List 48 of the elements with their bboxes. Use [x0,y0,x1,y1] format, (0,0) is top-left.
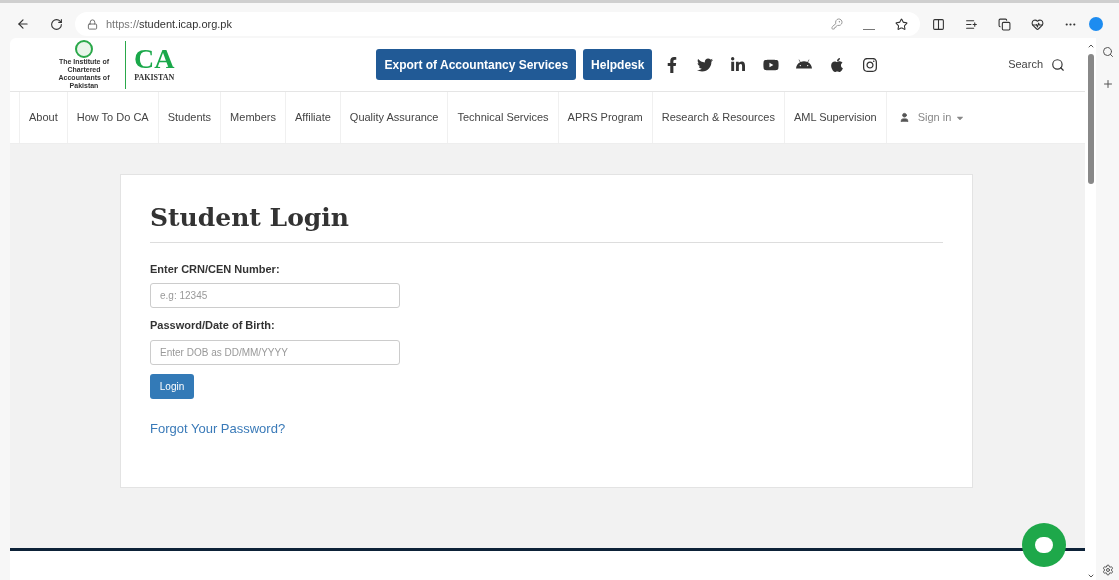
favorite-icon[interactable] [895,17,908,31]
sign-in-link[interactable]: Sign in [917,109,952,126]
instagram-icon[interactable] [862,56,879,73]
add-icon[interactable] [1101,78,1114,90]
health-icon[interactable] [1031,17,1044,31]
scroll-down-icon[interactable] [1086,572,1095,580]
header-button[interactable]: Export of Accountancy Services [376,49,577,80]
search-icon[interactable] [1051,57,1065,72]
field-label: Password/Date of Birth: [150,318,276,333]
user-icon [898,112,910,123]
scrollbar-thumb[interactable] [1087,54,1094,184]
search-label[interactable]: Search [1008,56,1043,73]
chat-bubble-icon [1035,537,1053,553]
nav-link[interactable]: About [20,92,68,143]
nav-link[interactable]: How To Do CA [67,92,159,143]
url-text: https://student.icap.org.pk [106,16,232,32]
nav-link[interactable]: Students [158,92,222,143]
linkedin-icon[interactable] [730,56,747,73]
reload-icon[interactable] [50,17,63,31]
emblem-icon [75,39,93,58]
settings-icon[interactable] [1101,564,1114,576]
ca-logo-text: CA [134,45,175,72]
address-bar[interactable]: https://student.icap.org.pk [75,12,920,36]
input-field[interactable]: Enter DOB as DD/MM/YYYY [150,339,400,365]
favorites-icon[interactable] [965,17,978,31]
nav-link[interactable]: Members [221,92,286,143]
nav-link[interactable]: Affiliate [285,92,341,143]
collections-icon[interactable] [998,17,1011,31]
field-label: Enter CRN/CEN Number: [150,261,281,277]
twitter-icon[interactable] [697,56,714,73]
apple-icon[interactable] [829,56,846,73]
split-screen-icon[interactable] [932,17,945,31]
forgot-password-link[interactable]: Forgot Your Password? [150,418,943,438]
login-title: Student Login [150,199,943,243]
nav-link[interactable]: Quality Assurance [340,92,449,143]
scroll-up-icon[interactable] [1086,42,1095,50]
nav-link[interactable]: APRS Program [558,92,653,143]
input-field[interactable]: e.g: 12345 [150,283,400,308]
nav-link[interactable]: Technical Services [448,92,559,143]
back-icon[interactable] [16,17,30,31]
nav-link[interactable]: AML Supervision [784,92,887,143]
lock-icon [87,18,98,30]
copilot-icon[interactable] [1089,17,1103,31]
nav-link[interactable]: Research & Resources [652,92,785,143]
login-button[interactable]: Login [150,373,194,399]
header-button[interactable]: Helpdesk [583,49,653,80]
sidebar-search-icon[interactable] [1101,46,1114,58]
pakistan-logo-text: PAKISTAN [134,71,175,84]
